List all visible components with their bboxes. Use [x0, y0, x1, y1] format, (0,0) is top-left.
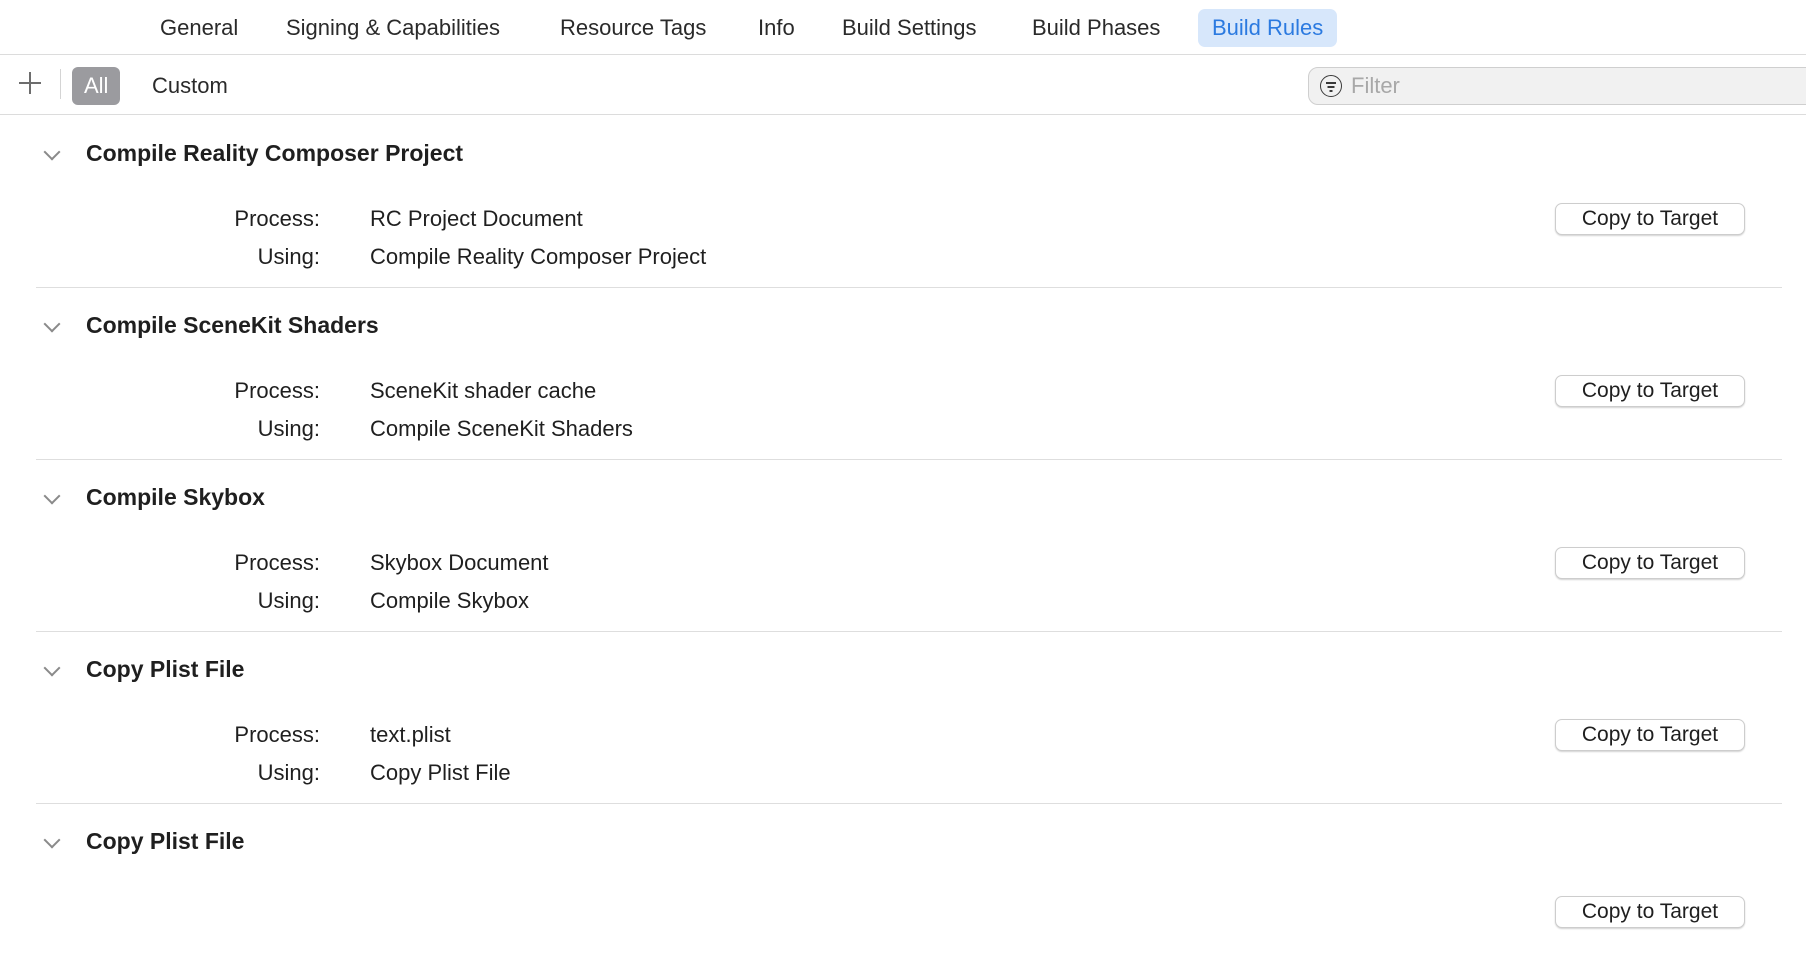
- using-value[interactable]: Compile Skybox: [370, 588, 529, 614]
- process-label: Process:: [234, 722, 320, 747]
- process-value[interactable]: RC Project Document: [370, 206, 583, 232]
- tab-build-rules[interactable]: Build Rules: [1198, 9, 1338, 47]
- process-value[interactable]: SceneKit shader cache: [370, 378, 596, 404]
- using-value[interactable]: Compile SceneKit Shaders: [370, 416, 633, 442]
- using-value[interactable]: Copy Plist File: [370, 760, 511, 786]
- copy-to-target-button[interactable]: Copy to Target: [1555, 719, 1745, 751]
- tab-signing-capabilities[interactable]: Signing & Capabilities: [272, 9, 514, 47]
- copy-to-target-button[interactable]: Copy to Target: [1555, 896, 1745, 928]
- copy-to-target-button[interactable]: Copy to Target: [1555, 203, 1745, 235]
- add-rule-button[interactable]: [14, 67, 46, 99]
- filter-field[interactable]: [1308, 67, 1806, 105]
- copy-to-target-button[interactable]: Copy to Target: [1555, 375, 1745, 407]
- tab-build-settings[interactable]: Build Settings: [828, 9, 991, 47]
- tab-resource-tags[interactable]: Resource Tags: [546, 9, 720, 47]
- tab-build-phases[interactable]: Build Phases: [1018, 9, 1174, 47]
- process-value[interactable]: text.plist: [370, 722, 451, 748]
- process-label: Process:: [234, 206, 320, 231]
- rule-title: Compile Skybox: [86, 484, 265, 510]
- build-rule: Compile SceneKit Shaders Process: SceneK…: [36, 288, 1782, 460]
- chevron-down-icon[interactable]: [43, 659, 61, 677]
- segment-custom[interactable]: Custom: [140, 67, 240, 105]
- using-label: Using:: [257, 244, 320, 269]
- chevron-down-icon[interactable]: [43, 143, 61, 161]
- build-rule: Copy Plist File Copy to Target: [36, 804, 1782, 976]
- rule-title: Copy Plist File: [86, 828, 245, 854]
- tab-general[interactable]: General: [146, 9, 252, 47]
- segment-all[interactable]: All: [72, 67, 121, 105]
- rule-title: Compile SceneKit Shaders: [86, 312, 379, 338]
- build-rule: Copy Plist File Process: text.plist Usin…: [36, 632, 1782, 804]
- chevron-down-icon[interactable]: [43, 487, 61, 505]
- rules-toolbar: All Custom: [0, 55, 1806, 115]
- using-label: Using:: [257, 760, 320, 785]
- rule-title: Compile Reality Composer Project: [86, 140, 464, 166]
- chevron-down-icon[interactable]: [43, 831, 61, 849]
- process-label: Process:: [234, 378, 320, 403]
- using-label: Using:: [257, 416, 320, 441]
- build-rules-list: Compile Reality Composer Project Process…: [0, 116, 1806, 976]
- using-value[interactable]: Compile Reality Composer Project: [370, 244, 706, 270]
- process-label: Process:: [234, 550, 320, 575]
- copy-to-target-button[interactable]: Copy to Target: [1555, 547, 1745, 579]
- build-rule: Compile Reality Composer Project Process…: [36, 116, 1782, 288]
- build-rule: Compile Skybox Process: Skybox Document …: [36, 460, 1782, 632]
- process-value[interactable]: Skybox Document: [370, 550, 549, 576]
- toolbar-divider: [60, 69, 61, 99]
- tab-info[interactable]: Info: [744, 9, 809, 47]
- filter-input[interactable]: [1351, 68, 1791, 104]
- editor-tab-bar: General Signing & Capabilities Resource …: [0, 0, 1806, 55]
- rule-title: Copy Plist File: [86, 656, 245, 682]
- filter-icon: [1320, 75, 1342, 97]
- using-label: Using:: [257, 588, 320, 613]
- chevron-down-icon[interactable]: [43, 315, 61, 333]
